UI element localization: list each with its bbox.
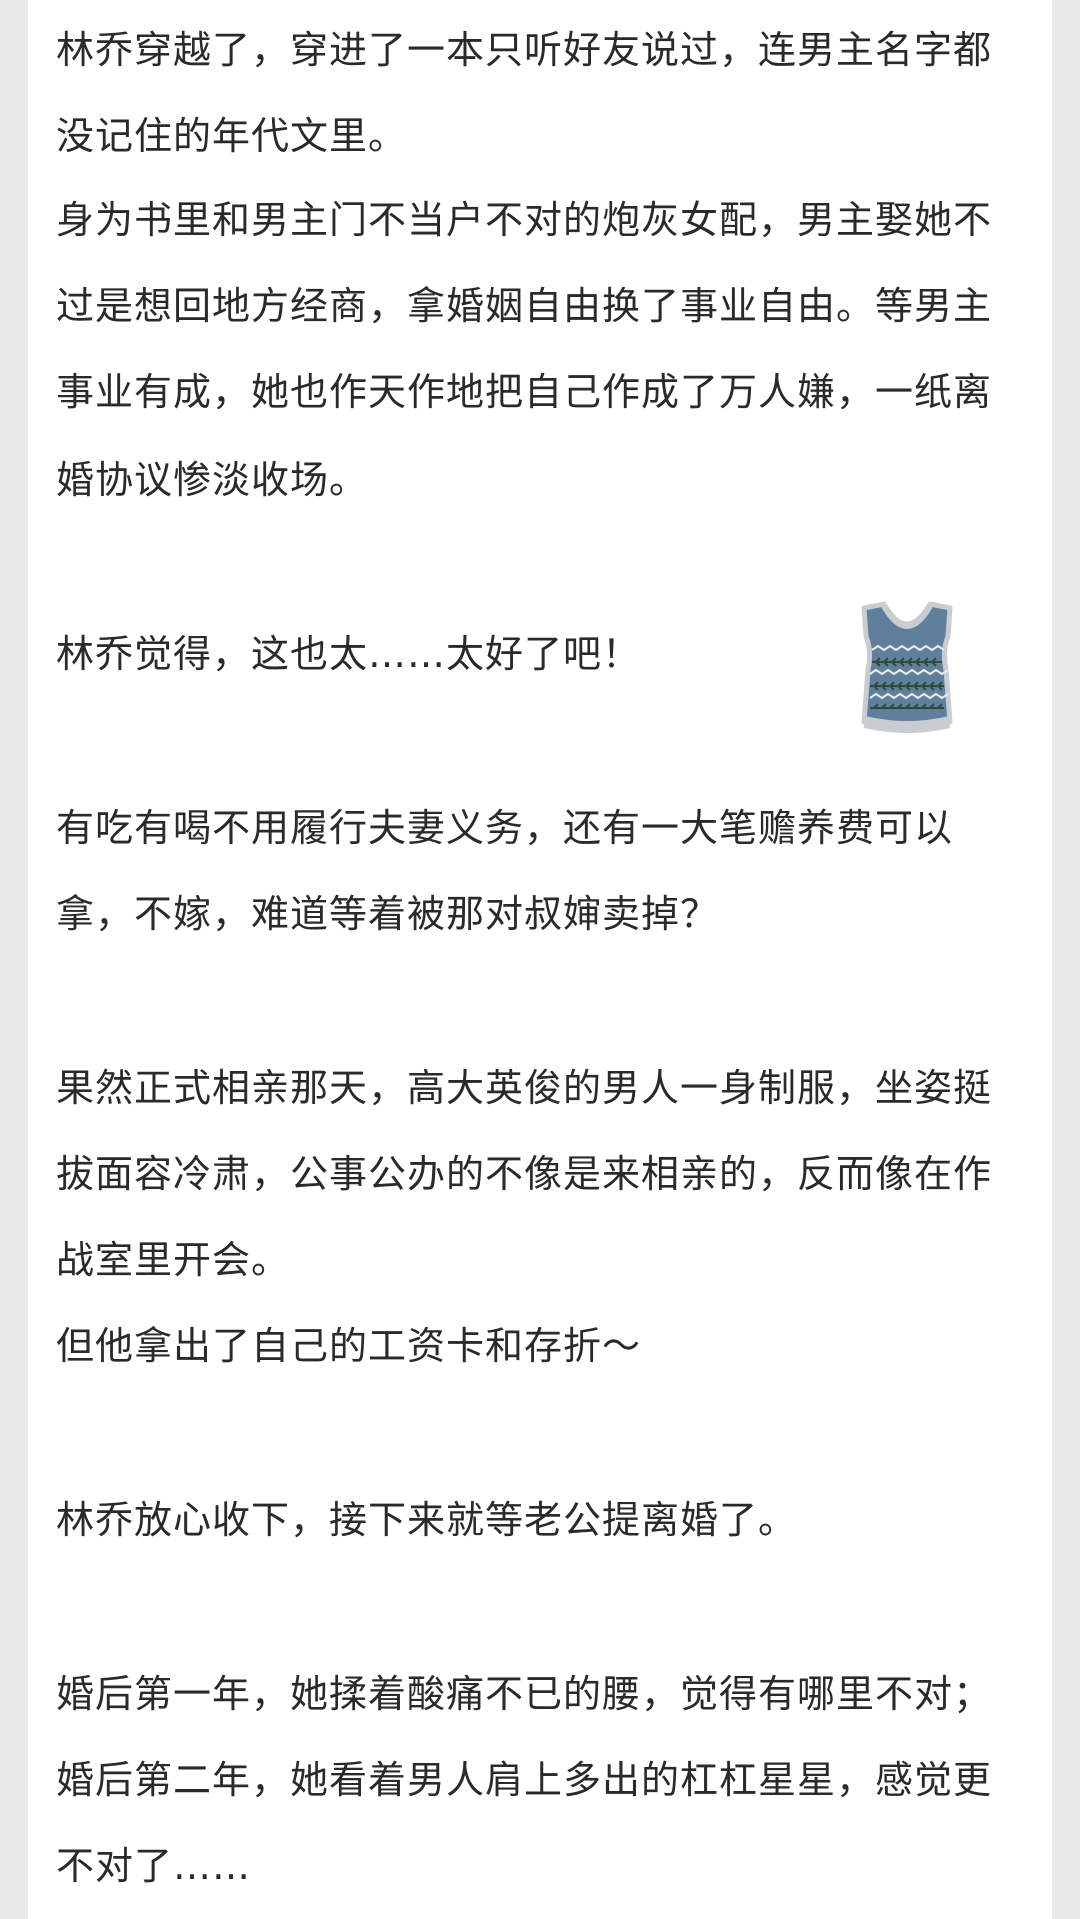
- knit-vest-icon: [861, 601, 953, 733]
- text-line: 拔面容冷肃，公事公办的不像是来相亲的，反而像在作: [56, 1152, 993, 1196]
- text-line: 事业有成，她也作天作地把自己作成了万人嫌，一纸离: [56, 370, 993, 414]
- text-line: 林乔放心收下，接下来就等老公提离婚了。: [56, 1498, 798, 1542]
- text-line: 没记住的年代文里。: [56, 114, 408, 158]
- text-line: 身为书里和男主门不当户不对的炮灰女配，男主娶她不: [56, 198, 993, 242]
- article-page: 林乔穿越了，穿进了一本只听好友说过，连男主名字都 没记住的年代文里。 身为书里和…: [28, 0, 1052, 1919]
- text-line: 但他拿出了自己的工资卡和存折～: [56, 1324, 642, 1368]
- text-line: 不对了……: [56, 1844, 252, 1888]
- text-line: 婚后第二年，她看着男人肩上多出的杠杠星星，感觉更: [56, 1758, 993, 1802]
- text-line: 婚后第一年，她揉着酸痛不已的腰，觉得有哪里不对；: [56, 1672, 993, 1716]
- text-line: 婚协议惨淡收场。: [56, 458, 369, 502]
- text-line: 林乔穿越了，穿进了一本只听好友说过，连男主名字都: [56, 28, 993, 72]
- text-line: 战室里开会。: [56, 1238, 291, 1282]
- text-line: 果然正式相亲那天，高大英俊的男人一身制服，坐姿挺: [56, 1066, 993, 1110]
- text-line: 过是想回地方经商，拿婚姻自由换了事业自由。等男主: [56, 284, 993, 328]
- text-line: 有吃有喝不用履行夫妻义务，还有一大笔赡养费可以: [56, 806, 954, 850]
- text-line: 林乔觉得，这也太……太好了吧！: [56, 632, 642, 676]
- text-line: 拿，不嫁，难道等着被那对叔婶卖掉？: [56, 892, 720, 936]
